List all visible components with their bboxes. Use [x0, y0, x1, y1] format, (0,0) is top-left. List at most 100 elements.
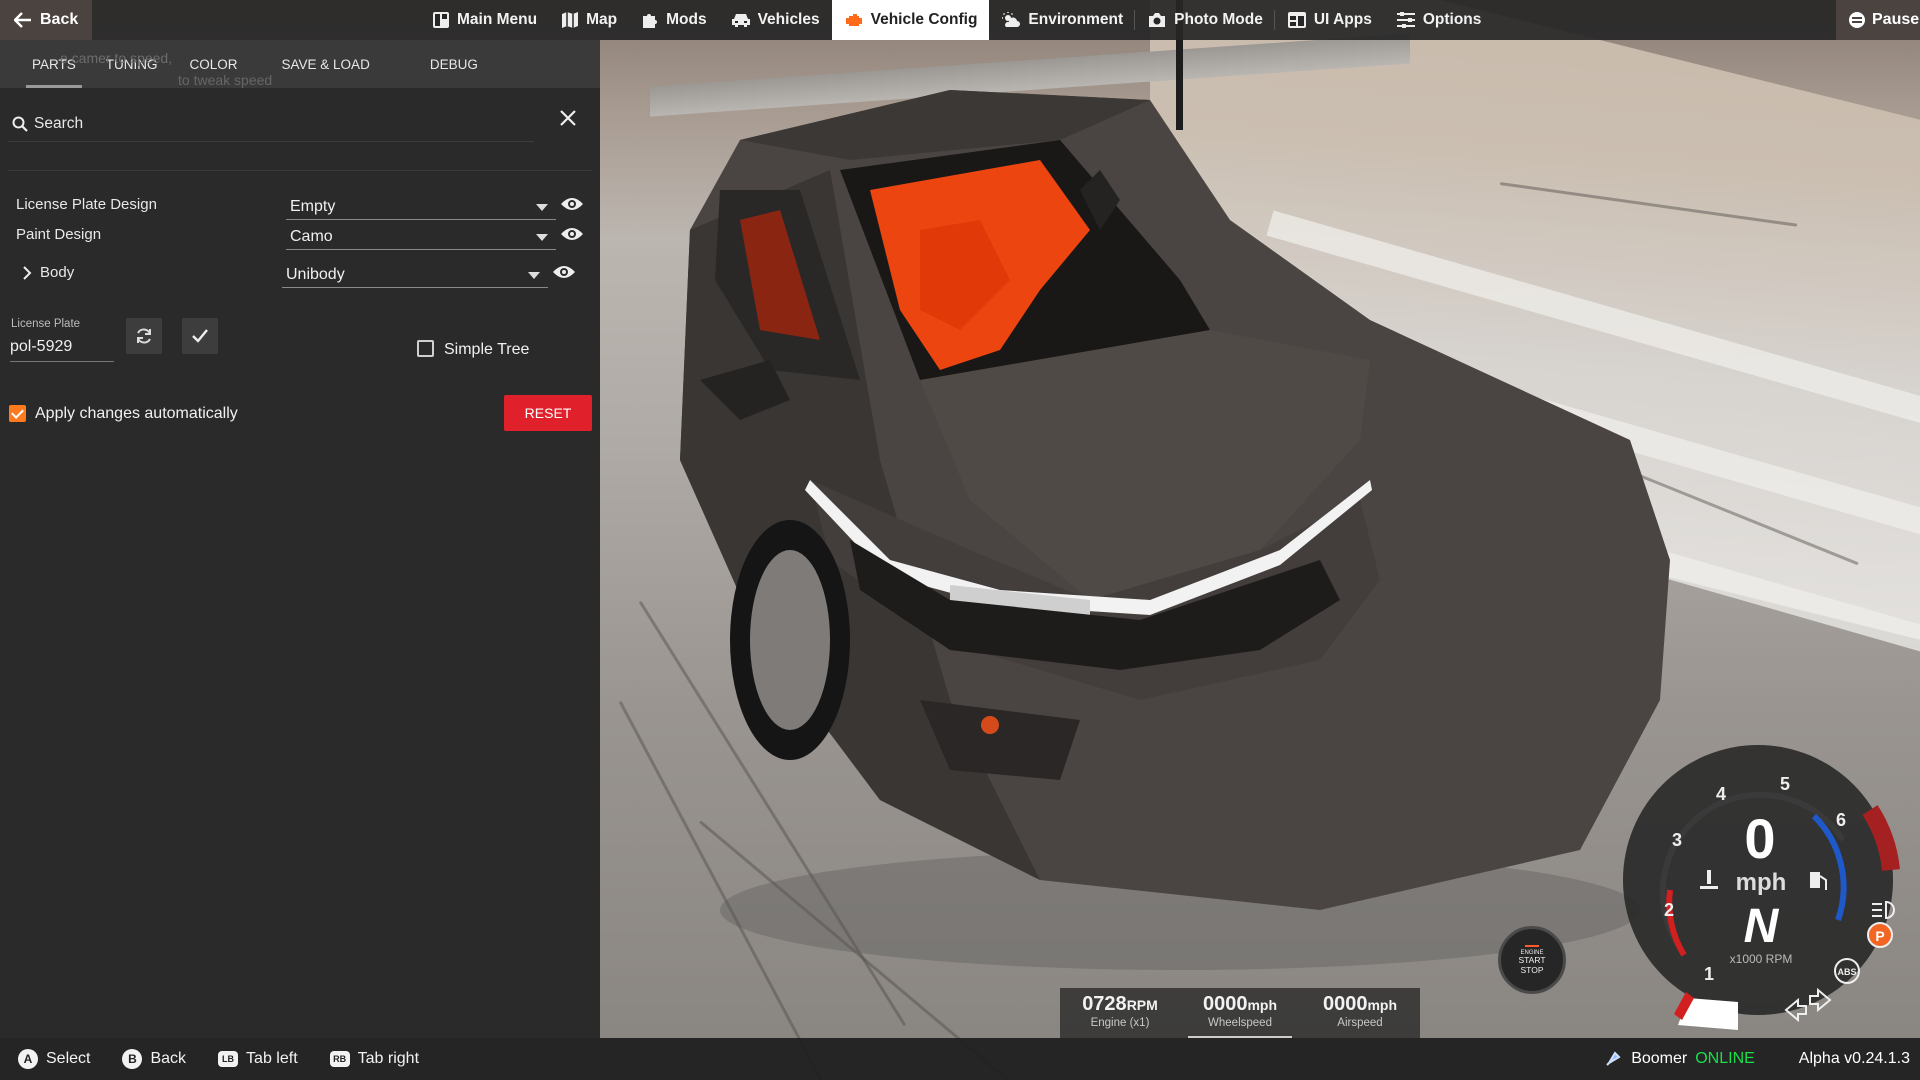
menu-mods[interactable]: Mods [629, 0, 718, 40]
tab-color[interactable]: COLOR [174, 40, 254, 88]
menu-photo-mode-label: Photo Mode [1174, 11, 1263, 28]
part-select-body[interactable]: Unibody [282, 260, 548, 288]
main-menu-icon [432, 11, 450, 29]
clear-search-button[interactable] [558, 108, 580, 130]
menu-main-menu[interactable]: Main Menu [420, 0, 549, 40]
hint-tab-right[interactable]: RB Tab right [329, 1050, 419, 1068]
divider [8, 170, 592, 171]
menu-main-menu-label: Main Menu [457, 11, 538, 28]
vehicle-config-panel: PARTS TUNING COLOR SAVE & LOAD DEBUG e c… [0, 40, 600, 1038]
close-icon [558, 108, 578, 128]
simple-tree-checkbox[interactable] [417, 340, 434, 357]
chevron-right-icon[interactable] [22, 266, 32, 280]
gear-indicator: N [1744, 900, 1780, 953]
pause-button-label: Pause [1872, 11, 1920, 28]
search-placeholder: Search [34, 114, 84, 132]
tab-tuning-label: TUNING [105, 56, 158, 72]
menu-environment[interactable]: Environment [989, 0, 1136, 40]
parking-brake-label: P [1875, 928, 1884, 944]
bottom-hint-bar: A Select B Back LB Tab left RB Tab right… [0, 1038, 1920, 1080]
reset-button[interactable]: RESET [504, 395, 592, 431]
engine-start-stop-button[interactable]: ENGINE START STOP [1498, 926, 1566, 994]
caret-down-icon [536, 204, 548, 211]
caret-down-icon [536, 234, 548, 241]
search-input[interactable]: Search [8, 106, 534, 142]
readout-unit: RPM [1126, 997, 1158, 1013]
puzzle-icon [641, 11, 659, 29]
menu-map[interactable]: Map [549, 0, 629, 40]
hint-label: Tab left [246, 1050, 298, 1067]
username: Boomer [1631, 1050, 1688, 1067]
checkmark-icon [190, 326, 210, 346]
gamepad-a-button-icon: A [18, 1049, 38, 1069]
eye-icon[interactable] [552, 264, 576, 280]
weather-icon [1001, 11, 1021, 29]
rpm-tick-2: 2 [1664, 900, 1674, 920]
menu-options-label: Options [1422, 11, 1482, 28]
gamepad-b-button-icon: B [122, 1049, 143, 1069]
reset-button-label: RESET [524, 405, 572, 421]
menu-vehicle-config-label: Vehicle Config [870, 11, 978, 28]
rpm-tick-3: 3 [1672, 830, 1682, 850]
hint-back[interactable]: B Back [122, 1049, 186, 1069]
version-label: Alpha v0.24.1.3 [1798, 1050, 1910, 1067]
license-plate-label: License Plate [11, 318, 81, 330]
config-tabs: PARTS TUNING COLOR SAVE & LOAD DEBUG e c… [0, 40, 600, 88]
vehicle-model [550, 80, 1720, 980]
hint-select[interactable]: A Select [18, 1049, 90, 1069]
menu-options[interactable]: Options [1384, 0, 1494, 40]
ui-apps-icon [1287, 11, 1307, 29]
rpm-tick-1: 1 [1704, 964, 1714, 984]
readout-value: 0000 [1322, 993, 1368, 1015]
back-button[interactable]: Back [0, 0, 92, 40]
main-menu-tabs: Main Menu Map Mods Vehicles Vehicle Conf… [420, 0, 1493, 40]
part-select-value: Unibody [286, 266, 345, 283]
rpm-unit-label: x1000 RPM [1730, 952, 1793, 966]
readout-unit: mph [1367, 997, 1398, 1013]
apply-auto-checkbox[interactable] [9, 405, 26, 422]
sliders-icon [1396, 11, 1416, 29]
search-icon [12, 116, 28, 132]
readout-value: 0000 [1202, 993, 1248, 1015]
tab-debug[interactable]: DEBUG [414, 40, 494, 88]
pause-button[interactable]: Pause [1836, 0, 1920, 40]
randomize-plate-button[interactable] [126, 318, 162, 354]
engine-led-indicator [1525, 944, 1539, 947]
refresh-icon [134, 326, 154, 346]
eye-icon[interactable] [560, 196, 584, 212]
license-plate-input[interactable]: pol-5929 [10, 334, 114, 362]
speed-unit: mph [1736, 869, 1787, 896]
menu-photo-mode[interactable]: Photo Mode [1135, 0, 1275, 40]
part-row-paint-design: Paint Design Camo [0, 220, 600, 250]
part-select-license-plate-design[interactable]: Empty [286, 192, 556, 220]
menu-vehicles[interactable]: Vehicles [719, 0, 832, 40]
part-row-body: Body Unibody [0, 258, 600, 288]
tab-parts[interactable]: PARTS [16, 40, 92, 88]
readout-unit: mph [1247, 997, 1278, 1013]
part-label: Body [40, 264, 75, 281]
engine-icon [844, 12, 864, 28]
part-label: Paint Design [16, 226, 102, 243]
hint-tab-left[interactable]: LB Tab left [218, 1050, 298, 1068]
part-label: License Plate Design [16, 196, 157, 213]
menu-environment-label: Environment [1028, 11, 1124, 28]
part-select-paint-design[interactable]: Camo [286, 222, 556, 250]
part-select-value: Camo [290, 228, 333, 245]
readout-airspeed: 0000mph Airspeed [1300, 988, 1420, 1038]
speedometer-gauge: 1 2 3 4 5 6 0 mph N x1000 RPM P ABS [1608, 730, 1908, 1030]
pause-icon [1848, 11, 1866, 29]
readout-label: Wheelspeed [1208, 1017, 1272, 1029]
apply-plate-button[interactable] [182, 318, 218, 354]
abs-label: ABS [1837, 967, 1856, 977]
tab-debug-label: DEBUG [429, 56, 478, 72]
caret-down-icon [528, 272, 540, 279]
menu-vehicle-config[interactable]: Vehicle Config [831, 0, 990, 40]
gamepad-lb-button-icon: LB [218, 1051, 239, 1067]
online-status: Boomer ONLINE Alpha v0.24.1.3 [1605, 1038, 1920, 1080]
simple-tree-label: Simple Tree [444, 341, 530, 358]
eye-icon[interactable] [560, 226, 584, 242]
menu-ui-apps[interactable]: UI Apps [1275, 0, 1384, 40]
license-plate-value: pol-5929 [10, 338, 73, 355]
tab-save-load[interactable]: SAVE & LOAD [266, 40, 386, 88]
tab-tuning[interactable]: TUNING [90, 40, 174, 88]
